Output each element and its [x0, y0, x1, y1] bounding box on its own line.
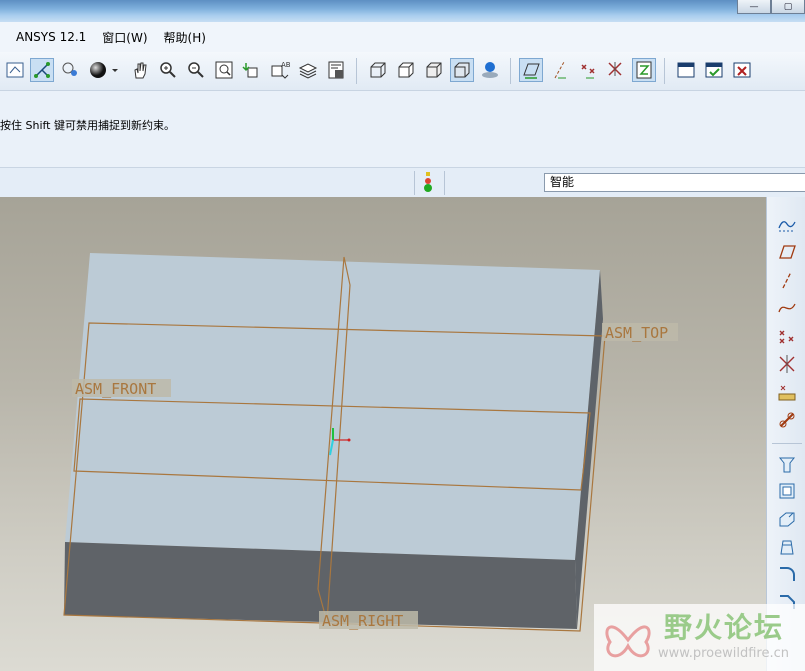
- no-hidden-icon[interactable]: [422, 58, 446, 82]
- menu-help[interactable]: 帮助(H): [164, 29, 206, 46]
- datum-planes-icon[interactable]: [519, 58, 543, 82]
- layers-icon[interactable]: [296, 58, 320, 82]
- window-activate-icon[interactable]: [674, 58, 698, 82]
- title-bar: — ▢: [0, 0, 805, 22]
- refit-icon[interactable]: [212, 58, 236, 82]
- toolbar-separator: [772, 443, 802, 444]
- datum-csys-icon[interactable]: [604, 58, 628, 82]
- repaint-icon[interactable]: [3, 58, 27, 82]
- status-bar: 智能: [0, 167, 805, 198]
- pan-hand-icon[interactable]: [128, 58, 152, 82]
- status-separator: [444, 171, 445, 195]
- window-check-icon[interactable]: [702, 58, 726, 82]
- window-close-icon[interactable]: [730, 58, 754, 82]
- point-icon[interactable]: [776, 325, 798, 347]
- menu-bar: ANSYS 12.1 窗口(W) 帮助(H): [0, 22, 805, 52]
- watermark: 野火论坛 www.proewildfire.cn: [594, 604, 805, 671]
- toolbar-separator: [356, 58, 357, 84]
- watermark-url: www.proewildfire.cn: [658, 646, 789, 661]
- regen-status-icon[interactable]: [422, 172, 434, 198]
- draft-icon[interactable]: [776, 536, 798, 558]
- zoom-out-icon[interactable]: [184, 58, 208, 82]
- window-controls: — ▢: [737, 0, 805, 14]
- analysis-icon[interactable]: [776, 381, 798, 403]
- shell-icon[interactable]: [776, 480, 798, 502]
- saved-views-icon[interactable]: AB: [268, 58, 292, 82]
- zoom-in-icon[interactable]: [156, 58, 180, 82]
- minimize-button[interactable]: —: [737, 0, 771, 14]
- datum-points-icon[interactable]: [576, 58, 600, 82]
- status-separator: [414, 171, 415, 195]
- message-text: 按住 Shift 键可禁用捕捉到新约束。: [0, 119, 175, 132]
- orient-mode-icon[interactable]: [58, 58, 82, 82]
- toolbar-separator: [664, 58, 665, 84]
- dropdown-arrow-icon[interactable]: [108, 58, 122, 82]
- watermark-title: 野火论坛: [664, 611, 785, 644]
- round-icon[interactable]: [776, 563, 798, 585]
- butterfly-logo-icon: [600, 610, 656, 670]
- menu-window[interactable]: 窗口(W): [102, 29, 147, 46]
- model-view: ASM_TOP ASM_FRONT ASM_RIGHT: [63, 253, 678, 632]
- datum-label-asm-top[interactable]: ASM_TOP: [605, 324, 668, 342]
- view-manager-icon[interactable]: [324, 58, 348, 82]
- datum-label-asm-right[interactable]: ASM_RIGHT: [322, 612, 403, 630]
- feature-toolbar: [766, 197, 805, 671]
- annotation-display-icon[interactable]: [632, 58, 656, 82]
- graphics-viewport[interactable]: ASM_TOP ASM_FRONT ASM_RIGHT: [0, 197, 766, 671]
- shaded-icon[interactable]: [450, 58, 474, 82]
- toolbar-separator: [510, 58, 511, 84]
- reorient-icon[interactable]: [240, 58, 264, 82]
- hidden-line-icon[interactable]: [394, 58, 418, 82]
- plane-icon[interactable]: [776, 241, 798, 263]
- csys-x-tip: [347, 438, 351, 442]
- main-toolbar: AB: [0, 52, 805, 91]
- restore-button[interactable]: ▢: [771, 0, 805, 14]
- datum-axes-icon[interactable]: [548, 58, 572, 82]
- wireframe-icon[interactable]: [366, 58, 390, 82]
- axis-icon[interactable]: [776, 269, 798, 291]
- extrude-icon[interactable]: [776, 453, 798, 475]
- csys-icon[interactable]: [776, 353, 798, 375]
- svg-text:AB: AB: [281, 61, 290, 69]
- datum-label-asm-front[interactable]: ASM_FRONT: [75, 380, 156, 398]
- selection-filter-select[interactable]: 智能: [544, 173, 805, 192]
- datum-reference-icon[interactable]: [776, 409, 798, 431]
- menu-ansys[interactable]: ANSYS 12.1: [16, 30, 86, 44]
- curve-icon[interactable]: [776, 297, 798, 319]
- message-area: 按住 Shift 键可禁用捕捉到新约束。: [0, 91, 805, 167]
- spin-center-icon[interactable]: [30, 58, 54, 82]
- rib-icon[interactable]: [776, 508, 798, 530]
- shading-sphere-icon[interactable]: [86, 58, 110, 82]
- sketch-icon[interactable]: [776, 213, 798, 235]
- enhanced-realism-icon[interactable]: [478, 58, 502, 82]
